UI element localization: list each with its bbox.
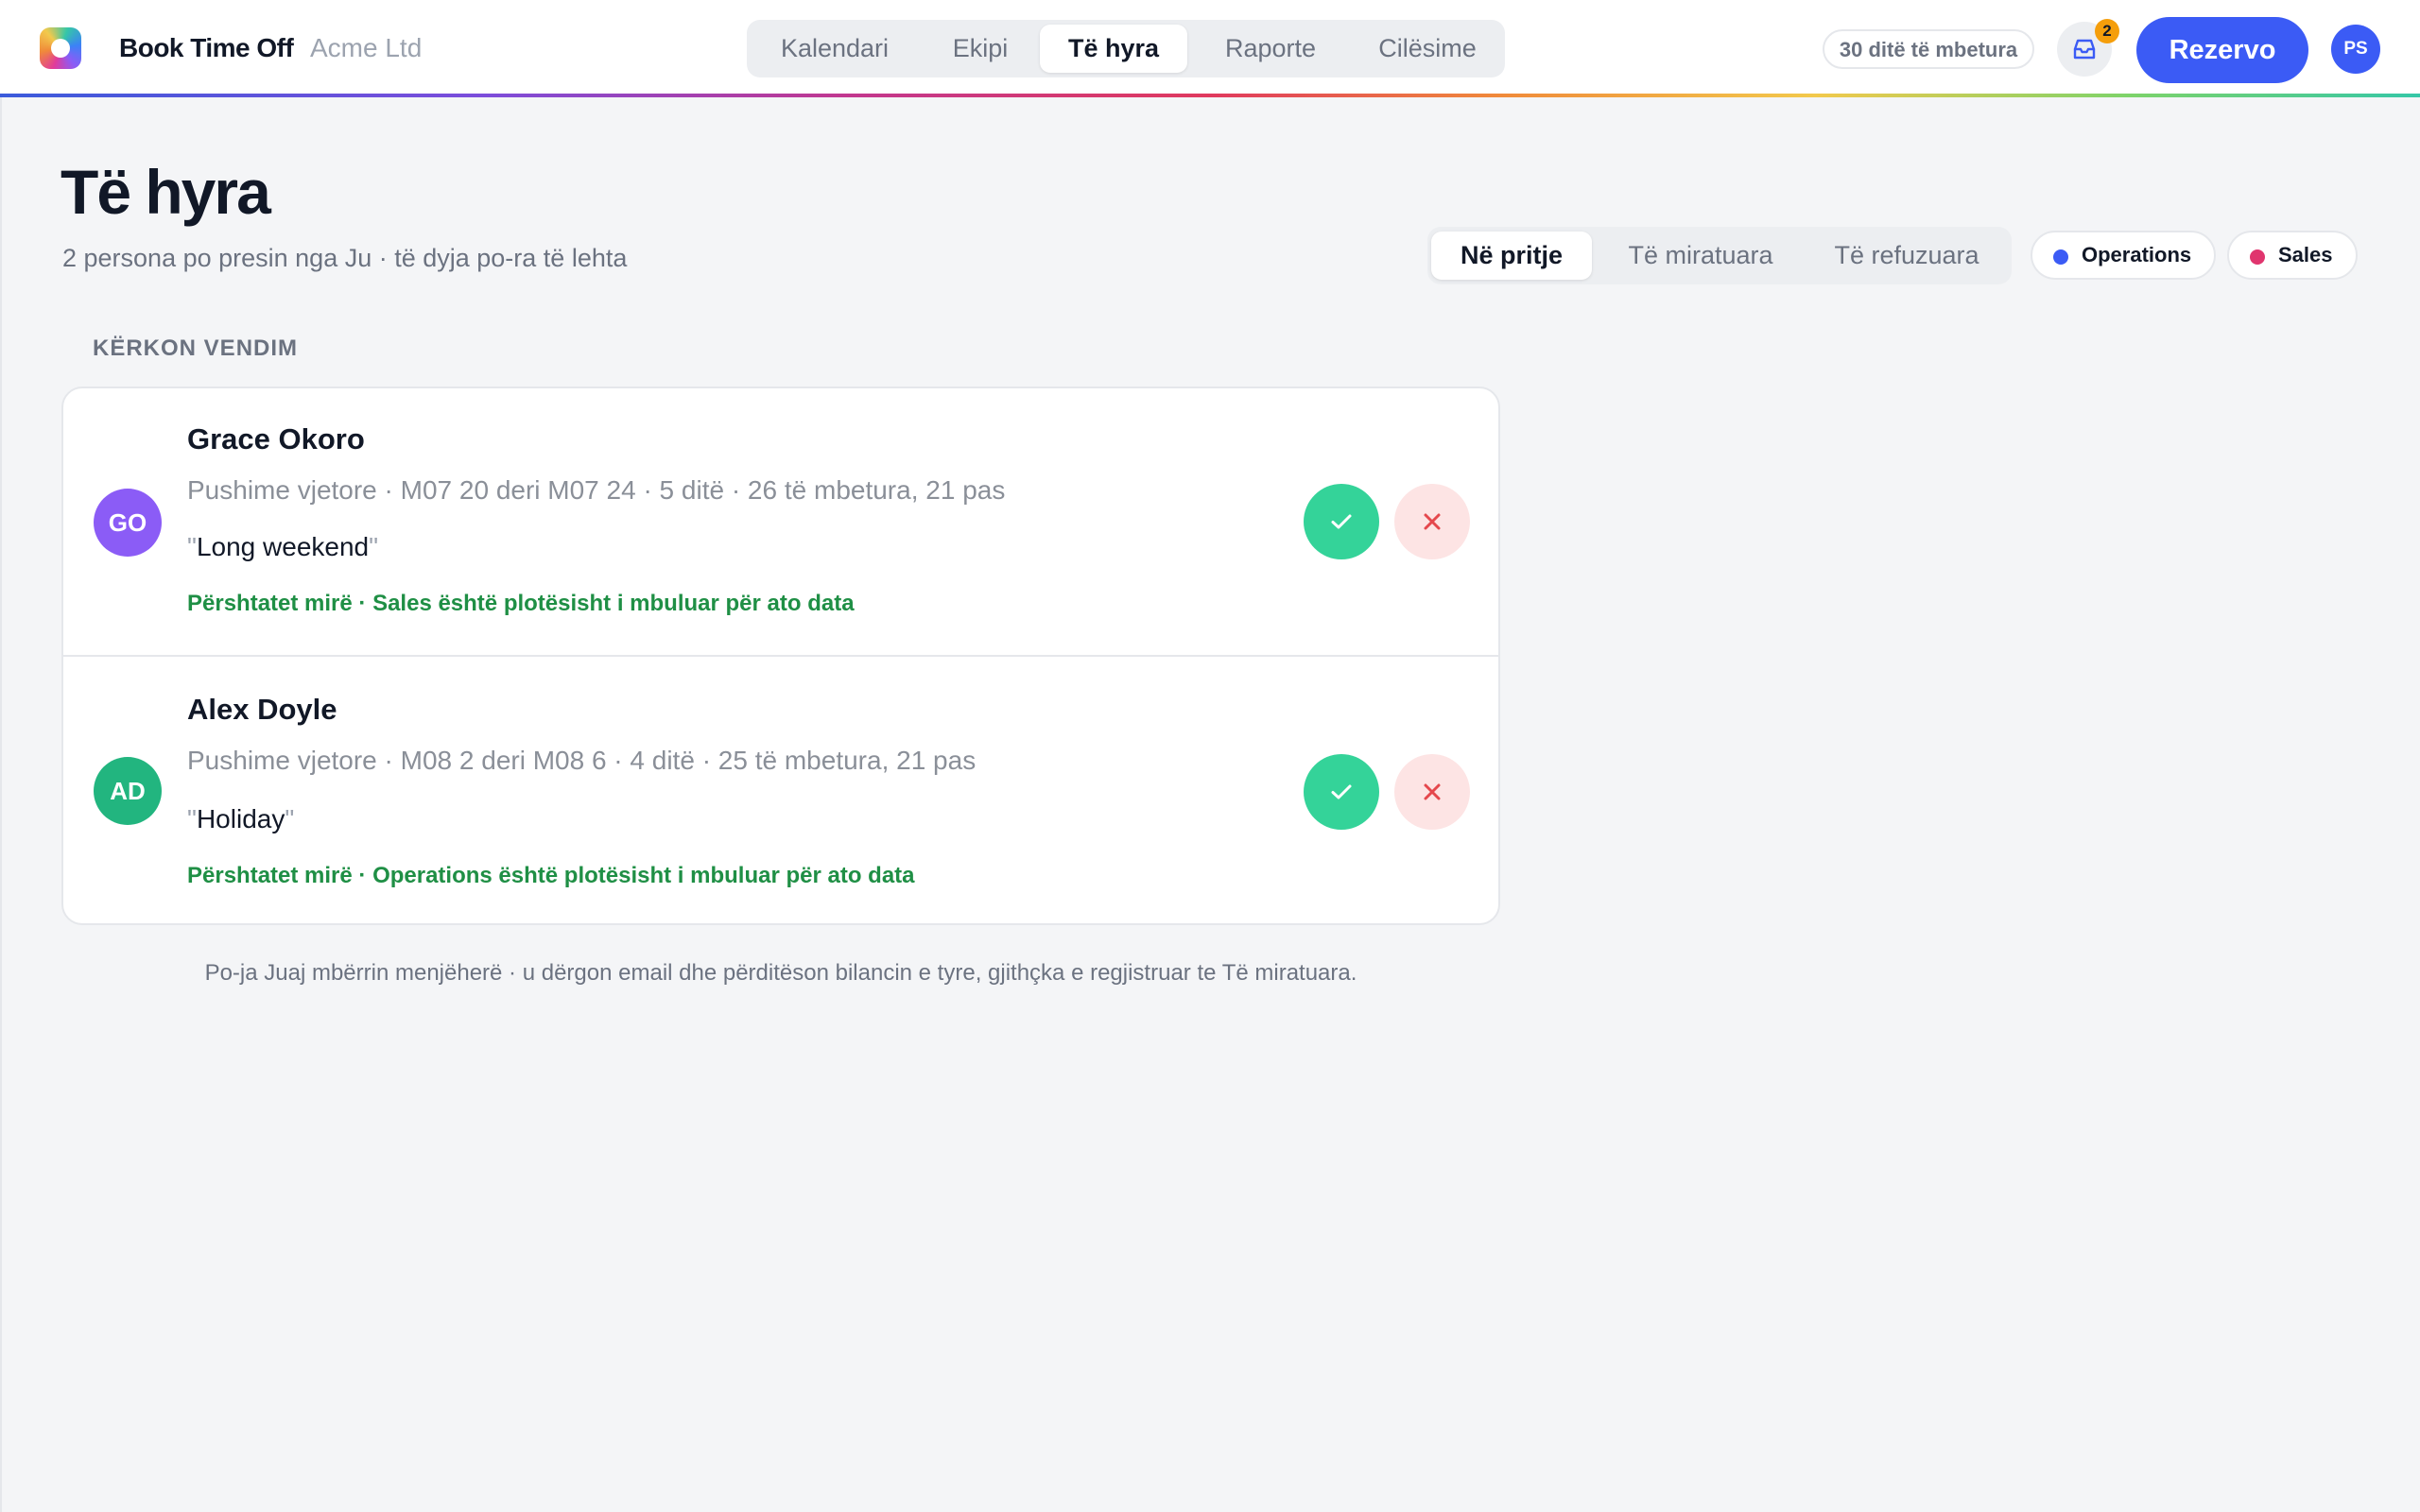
- page-title: Të hyra: [60, 157, 271, 227]
- check-icon: [1331, 514, 1352, 529]
- top-bar: Book Time Off Acme Ltd Kalendari Ekipi T…: [0, 0, 2420, 97]
- chip-label: Sales: [2278, 243, 2333, 266]
- tab-kalendari[interactable]: Kalendari: [758, 25, 911, 73]
- inbox-count-badge: 2: [2095, 19, 2119, 43]
- close-icon: [1424, 513, 1441, 530]
- coverage-status: Përshtatet mirë · Sales është plotësisht…: [187, 591, 855, 616]
- check-icon: [1331, 784, 1352, 799]
- approve-button[interactable]: [1304, 754, 1379, 830]
- avatar: GO: [94, 489, 162, 557]
- request-note-text: Holiday: [196, 804, 285, 833]
- status-filter-tabs: Në pritje Të miratuara Të refuzuara: [1427, 227, 2012, 284]
- org-name: Acme Ltd: [310, 33, 423, 62]
- sales-dot-icon: [2250, 249, 2265, 265]
- tab-ekipi[interactable]: Ekipi: [919, 25, 1042, 73]
- tab-pending[interactable]: Në pritje: [1431, 232, 1592, 280]
- requester-name: Grace Okoro: [187, 422, 365, 455]
- user-avatar[interactable]: PS: [2331, 25, 2380, 74]
- main-nav: Kalendari Ekipi Të hyra Raporte Cilësime: [747, 20, 1505, 77]
- request-row: AD Alex Doyle Pushime vjetore · M08 2 de…: [63, 655, 1498, 923]
- request-note: "Long weekend": [187, 532, 379, 561]
- request-row: GO Grace Okoro Pushime vjetore · M07 20 …: [63, 388, 1498, 657]
- days-left-badge: 30 ditë të mbetura: [1823, 29, 2034, 69]
- request-details: Pushime vjetore · M07 20 deri M07 24 · 5…: [187, 475, 1006, 505]
- window-edge: [0, 0, 2, 1512]
- app-name: Book Time Off: [119, 33, 294, 62]
- team-filter-sales[interactable]: Sales: [2227, 231, 2358, 280]
- avatar: AD: [94, 757, 162, 825]
- app-logo-icon[interactable]: [40, 27, 81, 69]
- book-button[interactable]: Rezervo: [2136, 17, 2308, 83]
- tab-te-hyra[interactable]: Të hyra: [1040, 25, 1187, 73]
- reject-button[interactable]: [1394, 484, 1470, 559]
- accent-gradient-line: [0, 94, 2420, 97]
- footnote: Po-ja Juaj mbërrin menjëherë · u dërgon …: [204, 960, 1357, 986]
- request-note: "Holiday": [187, 804, 295, 833]
- inbox-icon: [2073, 39, 2096, 60]
- team-filter-operations[interactable]: Operations: [2031, 231, 2216, 280]
- request-note-text: Long weekend: [196, 532, 370, 561]
- tab-cilesime[interactable]: Cilësime: [1352, 25, 1503, 73]
- request-details: Pushime vjetore · M08 2 deri M08 6 · 4 d…: [187, 746, 977, 775]
- close-icon: [1424, 783, 1441, 800]
- section-label: KËRKON VENDIM: [93, 335, 299, 361]
- requester-name: Alex Doyle: [187, 693, 337, 726]
- coverage-status: Përshtatet mirë · Operations është plotë…: [187, 863, 915, 888]
- tab-rejected[interactable]: Të refuzuara: [1806, 232, 2008, 280]
- page-subtitle: 2 persona po presin nga Ju · të dyja po-…: [62, 244, 628, 272]
- operations-dot-icon: [2053, 249, 2068, 265]
- reject-button[interactable]: [1394, 754, 1470, 830]
- tab-raporte[interactable]: Raporte: [1195, 25, 1346, 73]
- chip-label: Operations: [2082, 243, 2192, 266]
- approve-button[interactable]: [1304, 484, 1379, 559]
- tab-approved[interactable]: Të miratuara: [1599, 232, 1802, 280]
- requests-card: GO Grace Okoro Pushime vjetore · M07 20 …: [61, 387, 1500, 925]
